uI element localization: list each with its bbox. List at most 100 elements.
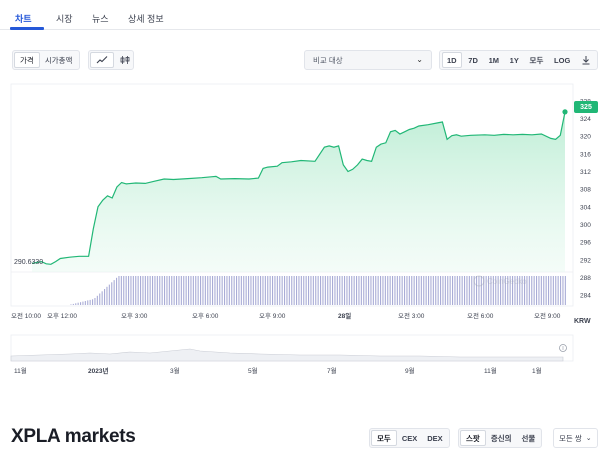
x-tick-label: 오후 12:00 — [47, 312, 77, 320]
volume-bar — [372, 276, 374, 305]
volume-bar — [87, 300, 89, 305]
compare-select[interactable]: 비교 대상 ⌄ — [304, 50, 432, 70]
volume-bar — [452, 276, 454, 305]
chart-style-toggle — [88, 50, 134, 70]
volume-bar — [180, 276, 182, 305]
volume-bar — [104, 289, 106, 305]
tab-details[interactable]: 상세 정보 — [128, 12, 164, 25]
volume-bar — [540, 276, 542, 305]
overview-x-axis: 11월 2023년 3월 5월 7월 9월 11월 1월 — [14, 366, 542, 375]
range-1m-button[interactable]: 1M — [485, 52, 503, 68]
tab-chart[interactable]: 차트 — [15, 12, 32, 25]
metric-price-button[interactable]: 가격 — [14, 52, 40, 68]
volume-bar — [538, 276, 540, 305]
x-tick-label: 오전 9:00 — [534, 311, 561, 320]
volume-bar — [99, 293, 101, 305]
volume-bar — [142, 276, 144, 305]
watermark: CoinGecko — [473, 275, 527, 287]
tab-news[interactable]: 뉴스 — [92, 12, 109, 25]
type-margin-button[interactable]: 증신의 — [486, 430, 517, 446]
overview-x-tick-label: 9월 — [405, 366, 415, 375]
chevron-down-icon: ⌄ — [416, 55, 423, 64]
volume-bar — [476, 276, 478, 305]
volume-bar — [291, 276, 293, 305]
volume-bar — [233, 276, 235, 305]
line-chart-button[interactable] — [90, 52, 114, 68]
volume-bar — [286, 276, 288, 305]
volume-bar — [245, 276, 247, 305]
metric-toggle: 가격 시가총액 — [12, 50, 80, 70]
type-futures-button[interactable]: 선물 — [517, 430, 541, 446]
volume-bar — [339, 276, 341, 305]
volume-bar — [536, 276, 538, 305]
tab-market[interactable]: 시장 — [56, 12, 73, 25]
y-tick-label: 300 — [580, 222, 591, 229]
volume-bar — [164, 276, 166, 305]
volume-bar — [176, 276, 178, 305]
volume-bar — [248, 276, 250, 305]
volume-bar — [377, 276, 379, 305]
overview-x-tick-label: 2023년 — [88, 366, 108, 375]
volume-bar — [260, 276, 262, 305]
watermark-text: CoinGecko — [487, 277, 527, 286]
range-7d-button[interactable]: 7D — [464, 52, 482, 68]
volume-bar — [305, 276, 307, 305]
volume-bar — [238, 276, 240, 305]
volume-bar — [418, 276, 420, 305]
candlestick-icon — [120, 56, 130, 64]
volume-bar — [185, 276, 187, 305]
volume-bar — [96, 295, 98, 305]
pairs-select-label: 모든 쌍 — [559, 433, 582, 443]
volume-bar — [123, 276, 125, 305]
volume-bar — [82, 301, 84, 305]
exchange-all-button[interactable]: 모두 — [371, 430, 397, 446]
range-all-button[interactable]: 모두 — [526, 52, 548, 68]
volume-bar — [406, 276, 408, 305]
volume-bar — [449, 276, 451, 305]
volume-bar — [288, 276, 290, 305]
volume-bar — [404, 276, 406, 305]
volume-bar — [466, 276, 468, 305]
volume-bar — [560, 276, 562, 305]
range-1y-button[interactable]: 1Y — [506, 52, 523, 68]
volume-bar — [387, 276, 389, 305]
y-tick-label: 304 — [580, 204, 591, 211]
volume-bar — [188, 276, 190, 305]
volume-bar — [149, 276, 151, 305]
volume-bar — [281, 276, 283, 305]
volume-bar — [75, 303, 77, 305]
volume-bar — [147, 276, 149, 305]
pairs-select[interactable]: 모든 쌍 ⌄ — [553, 428, 598, 448]
y-tick-label: 312 — [580, 169, 591, 176]
metric-marketcap-button[interactable]: 시가총액 — [40, 52, 78, 68]
volume-bar — [346, 276, 348, 305]
volume-bar — [279, 276, 281, 305]
download-button[interactable] — [577, 52, 595, 68]
candlestick-button[interactable] — [114, 52, 136, 68]
y-tick-label: 308 — [580, 187, 591, 194]
volume-bar — [447, 276, 449, 305]
exchange-dex-button[interactable]: DEX — [422, 430, 447, 446]
volume-bar — [324, 276, 326, 305]
volume-bar — [310, 276, 312, 305]
price-chart[interactable]: 328324320316312308304300296292288284 290… — [0, 78, 600, 408]
type-spot-button[interactable]: 스팟 — [460, 430, 486, 446]
tab-bar: 차트 시장 뉴스 상세 정보 — [0, 0, 600, 30]
range-1d-button[interactable]: 1D — [442, 52, 462, 68]
compare-select-label: 비교 대상 — [313, 55, 343, 65]
volume-bar — [159, 276, 161, 305]
x-tick-label: 오후 6:00 — [192, 312, 219, 320]
volume-bar — [296, 276, 298, 305]
volume-bar — [543, 276, 545, 305]
volume-bar — [461, 276, 463, 305]
x-tick-label: 오후 9:00 — [259, 312, 286, 320]
volume-bar — [351, 276, 353, 305]
exchange-cex-button[interactable]: CEX — [397, 430, 422, 446]
range-log-button[interactable]: LOG — [550, 52, 574, 68]
volume-bar — [204, 276, 206, 305]
volume-bar — [209, 276, 211, 305]
volume-bar — [84, 301, 86, 305]
volume-bar — [231, 276, 233, 305]
volume-bar — [531, 276, 533, 305]
volume-bar — [312, 276, 314, 305]
